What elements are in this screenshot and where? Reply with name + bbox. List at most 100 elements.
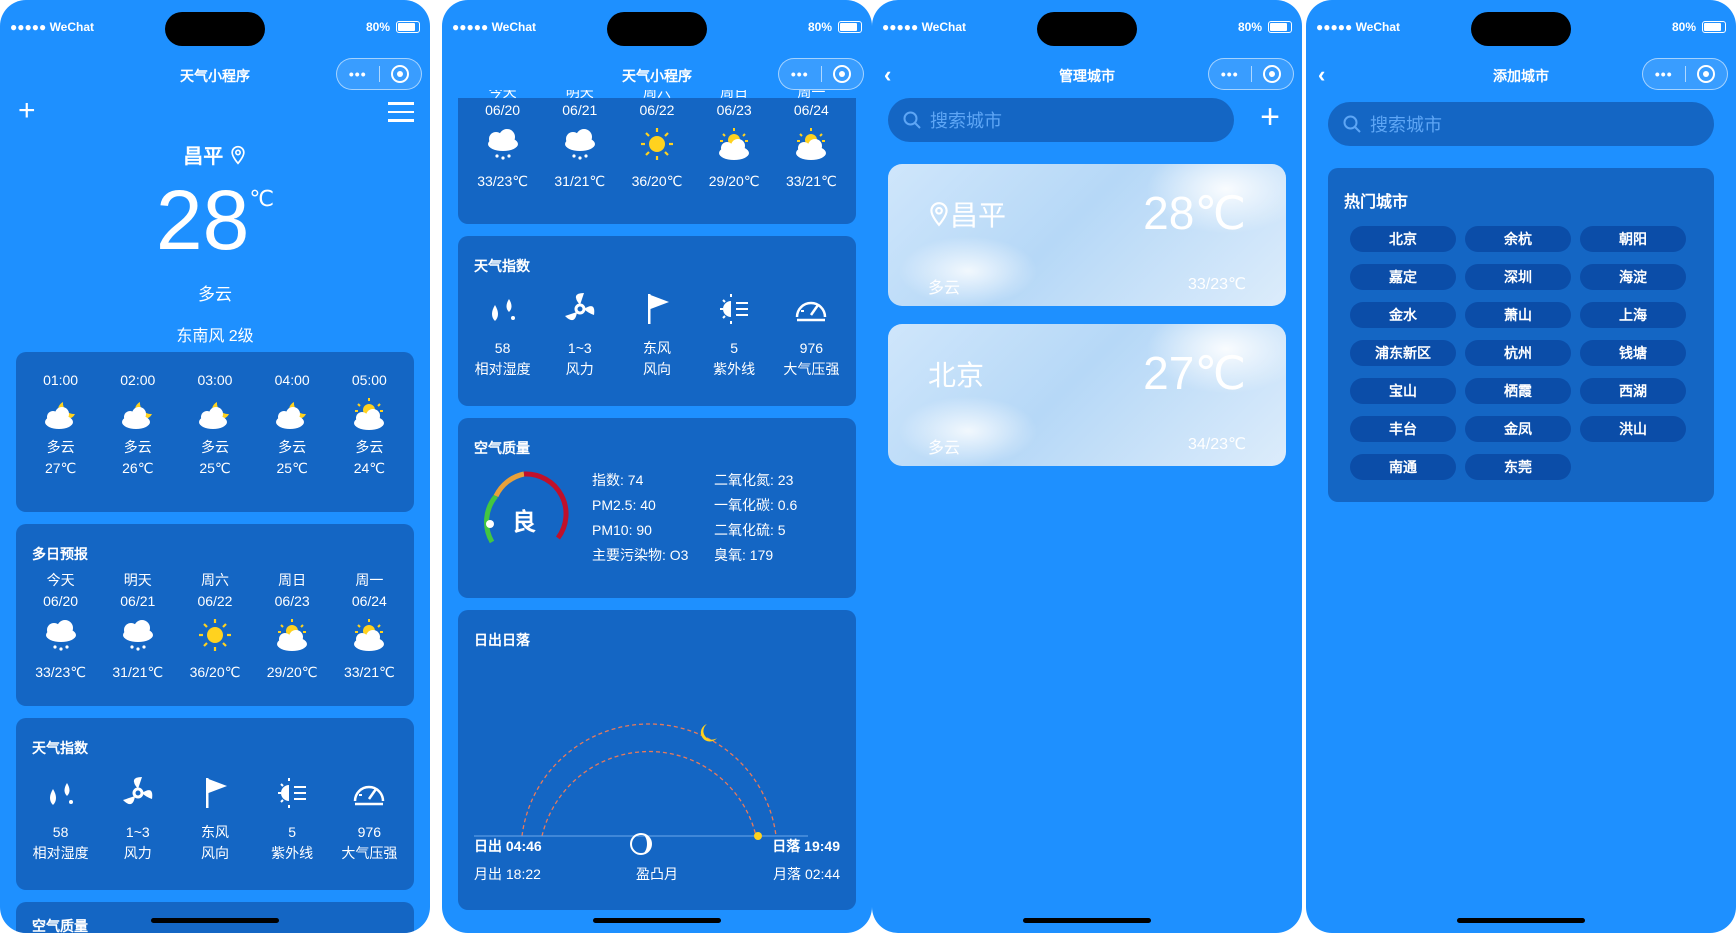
hot-city-chip[interactable]: 金凤 [1465, 416, 1571, 442]
home-indicator [1457, 918, 1585, 923]
moon-cloud-icon [180, 395, 250, 433]
carrier-label: ●●●●● WeChat [452, 20, 537, 34]
menu-capsule: ••• [1208, 58, 1294, 90]
hot-city-chip[interactable]: 丰台 [1350, 416, 1456, 442]
hot-city-chip[interactable]: 宝山 [1350, 378, 1456, 404]
more-icon[interactable]: ••• [779, 66, 821, 82]
hot-city-chip[interactable]: 萧山 [1465, 302, 1571, 328]
hour-temp: 27℃ [44, 460, 77, 476]
moon-cloud-icon [257, 395, 327, 433]
hourly-item: 01:00 多云 27℃ [26, 370, 96, 479]
index-value: 976 [357, 824, 382, 840]
location-name[interactable]: 昌平 [0, 140, 430, 169]
date-label: 06/21 [562, 102, 598, 118]
city-card[interactable]: 昌平 28℃ 多云 33/23℃ [888, 164, 1286, 306]
index-item: 58 相对湿度 [468, 286, 538, 380]
more-icon[interactable]: ••• [1643, 66, 1685, 82]
daily-forecast-card: 今天 06/20 33/23℃ 明天 06/21 31/21℃ 周六 06/22 36/20℃ 周… [458, 90, 856, 224]
hot-city-chip[interactable]: 深圳 [1465, 264, 1571, 290]
city-label: 昌平 [183, 146, 224, 168]
hourly-item: 03:00 多云 25℃ [180, 370, 250, 479]
search-input[interactable]: 搜索城市 [888, 98, 1234, 142]
index-label: 紫外线 [271, 845, 314, 861]
temp-range: 29/20℃ [266, 664, 318, 680]
hot-city-chip[interactable]: 西湖 [1580, 378, 1686, 404]
daily-item: 周日 06/23 29/20℃ [699, 90, 769, 192]
search-input[interactable]: 搜索城市 [1328, 102, 1714, 146]
add-city-button[interactable]: + [18, 96, 36, 126]
hot-city-chip[interactable]: 杭州 [1465, 340, 1571, 366]
close-miniprogram-button[interactable] [1686, 65, 1728, 83]
close-miniprogram-button[interactable] [380, 65, 422, 83]
carrier-label: ●●●●● WeChat [10, 20, 95, 34]
date-label: 06/22 [197, 593, 233, 609]
day-label: 明天 [123, 572, 152, 588]
carrier-label: ●●●●● WeChat [882, 20, 967, 34]
wind-icon [103, 774, 173, 812]
hour-temp: 25℃ [276, 460, 308, 476]
date-label: 06/23 [716, 102, 752, 118]
index-item: 976 大气压强 [334, 770, 404, 864]
air-detail-left: 指数: 74 PM2.5: 40 PM10: 90 主要污染物: O3 [592, 468, 688, 568]
battery-percent: 80% [1671, 20, 1696, 34]
hot-city-chip[interactable]: 海淀 [1580, 264, 1686, 290]
more-icon[interactable]: ••• [337, 66, 379, 82]
hour-temp: 26℃ [122, 460, 154, 476]
day-label-cut: 周六 [642, 90, 671, 100]
city-name: 昌平 [928, 194, 1006, 234]
hot-city-chip[interactable]: 北京 [1350, 226, 1456, 252]
gauge-icon [776, 290, 846, 328]
temp-range: 31/21℃ [112, 664, 164, 680]
battery-icon [1268, 21, 1292, 33]
hour-label: 04:00 [274, 372, 310, 388]
wind-info: 东南风 2级 [176, 328, 254, 345]
hot-city-chip[interactable]: 嘉定 [1350, 264, 1456, 290]
search-placeholder: 搜索城市 [930, 111, 1002, 131]
more-icon[interactable]: ••• [1209, 66, 1251, 82]
rain-cloud-icon [468, 125, 538, 163]
date-label: 06/21 [120, 593, 156, 609]
hot-city-chip[interactable]: 金水 [1350, 302, 1456, 328]
weather-index-card: 天气指数 58 相对湿度 1~3 风力 东风 风向 5 紫外线 976 大气压强 [16, 718, 414, 890]
carrier-label: ●●●●● WeChat [1316, 20, 1401, 34]
record-icon [391, 65, 410, 83]
flag-icon [622, 290, 692, 328]
index-label: 大气压强 [341, 845, 398, 861]
hot-city-chip[interactable]: 余杭 [1465, 226, 1571, 252]
hot-city-chip[interactable]: 东莞 [1465, 454, 1571, 480]
sun-icon [622, 125, 692, 163]
index-label: 风力 [123, 845, 152, 861]
close-miniprogram-button[interactable] [1252, 65, 1294, 83]
hot-city-chip[interactable]: 南通 [1350, 454, 1456, 480]
hot-city-chip[interactable]: 栖霞 [1465, 378, 1571, 404]
flag-icon [180, 774, 250, 812]
daily-item: 今天 06/20 33/23℃ [26, 570, 96, 683]
humidity-icon [468, 290, 538, 328]
hot-city-chip[interactable]: 洪山 [1580, 416, 1686, 442]
menu-capsule: ••• [336, 58, 422, 90]
o3-value: 臭氧: 179 [714, 547, 774, 563]
battery-icon [396, 21, 420, 33]
hot-city-chip[interactable]: 钱塘 [1580, 340, 1686, 366]
battery-indicator: 80% [1672, 20, 1726, 34]
daily-item: 明天 06/21 31/21℃ [103, 570, 173, 683]
day-label: 今天 [46, 572, 75, 588]
hourly-forecast-card: 01:00 多云 27℃ 02:00 多云 26℃ 03:00 多云 25℃ 04:00 多云 25℃… [16, 352, 414, 512]
hot-city-chip[interactable]: 上海 [1580, 302, 1686, 328]
close-miniprogram-button[interactable] [822, 65, 864, 83]
status-bar: ●●●●● WeChat 80% [882, 18, 1292, 38]
city-card[interactable]: 北京 27℃ 多云 34/23℃ [888, 324, 1286, 466]
city-condition: 多云 [928, 280, 961, 297]
index-value: 5 [730, 340, 739, 356]
sun-cloud-icon [699, 125, 769, 163]
add-city-button[interactable]: + [1260, 100, 1280, 134]
temp-range: 33/23℃ [477, 173, 528, 189]
hot-city-chip[interactable]: 朝阳 [1580, 226, 1686, 252]
menu-button[interactable] [388, 102, 414, 122]
hot-city-chip[interactable]: 浦东新区 [1350, 340, 1456, 366]
index-item: 5 紫外线 [257, 770, 327, 864]
index-item: 东风 风向 [180, 770, 250, 864]
temp-range: 36/20℃ [631, 173, 683, 189]
sunset-time: 日落 19:49 [772, 838, 840, 854]
city-range: 34/23℃ [1187, 436, 1246, 453]
